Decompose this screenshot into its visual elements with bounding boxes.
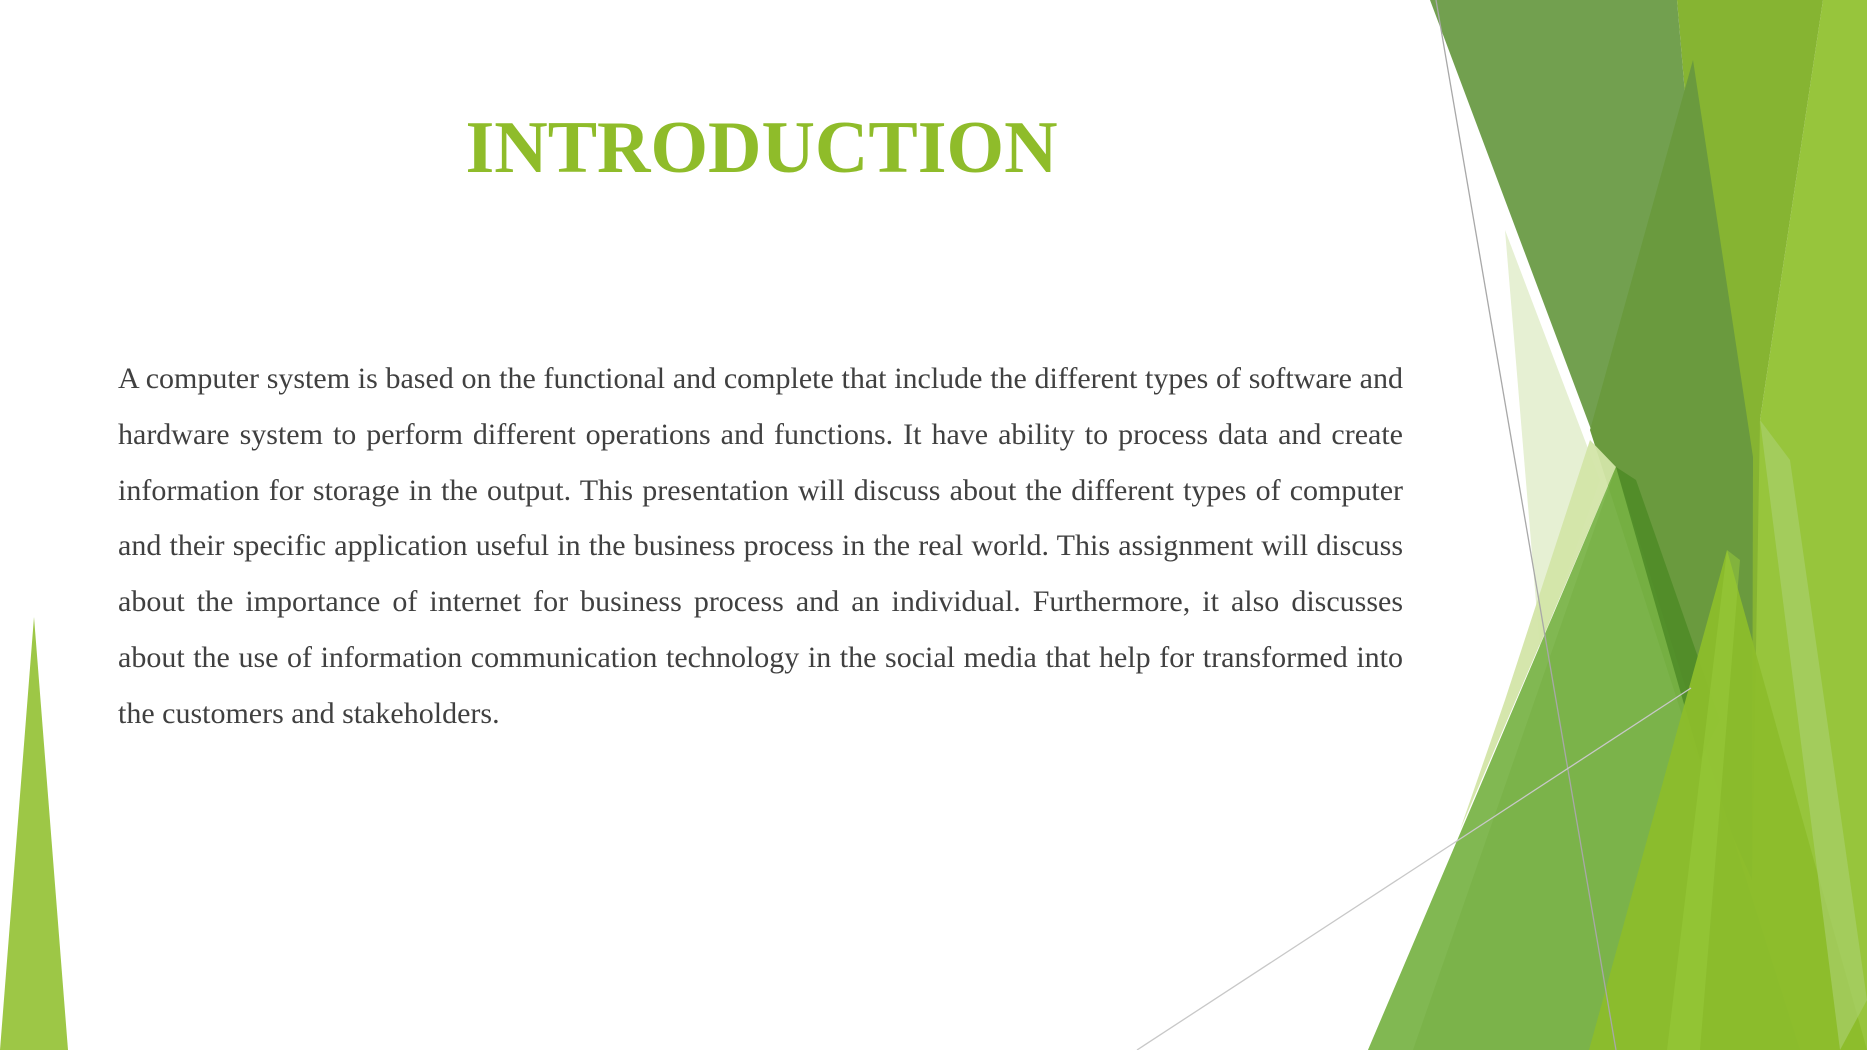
slide-body-paragraph: A computer system is based on the functi… [118,362,1403,730]
slide: INTRODUCTION A computer system is based … [0,0,1867,1050]
slide-title: INTRODUCTION [465,107,1058,189]
left-green-triangle [0,617,68,1050]
